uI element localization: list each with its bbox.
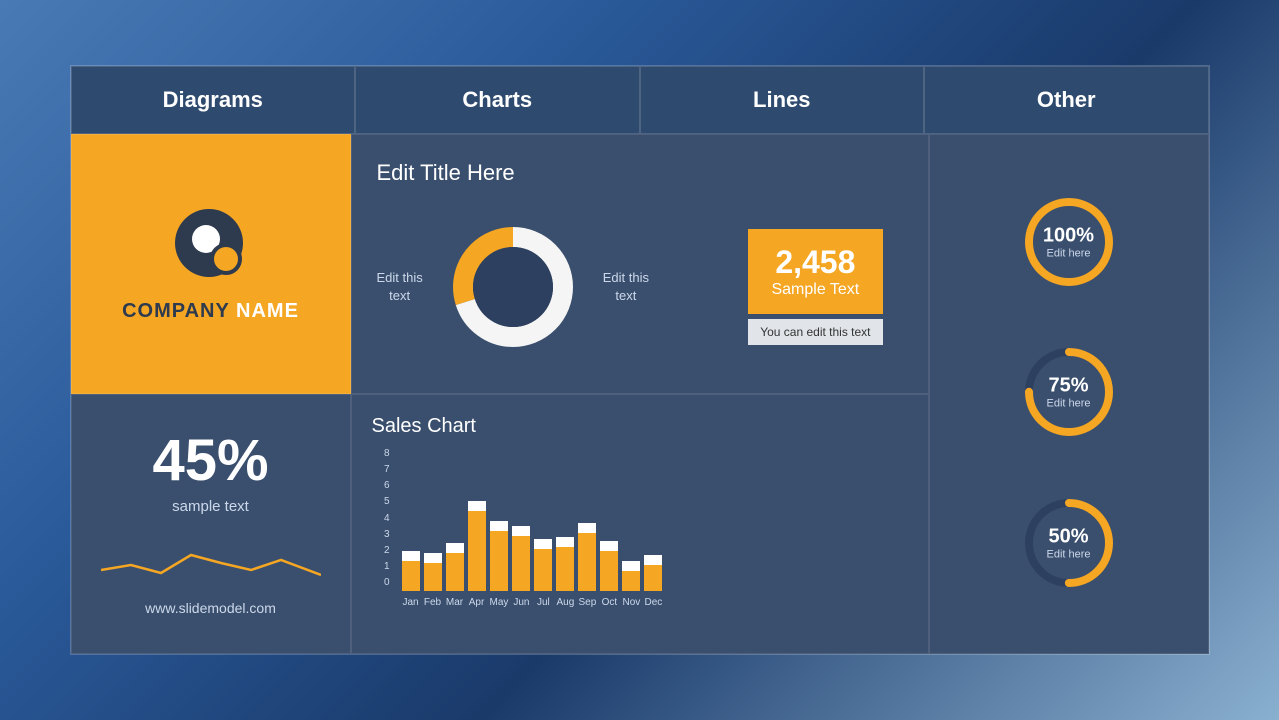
middle-column: Edit Title Here Edit thistext [351,134,929,654]
bar-jun: Jun [512,526,530,608]
bar-aug: Aug [556,537,574,608]
bar-jul: Jul [534,539,552,608]
bar-feb: Feb [424,553,442,608]
number-box: 2,458 Sample Text You can edit this text [748,229,882,345]
header-charts: Charts [355,66,640,134]
edit-subtext[interactable]: You can edit this text [748,319,882,345]
circle-100: 100% Edit here [1019,192,1119,296]
sample-text: sample text [172,498,249,515]
header-lines: Lines [640,66,925,134]
bar-sep: Sep [578,523,596,608]
circle-75: 75% Edit here [1019,342,1119,446]
header-row: Diagrams Charts Lines Other [71,66,1209,134]
sales-title: Sales Chart [372,415,908,438]
sales-chart-box: Sales Chart 0 1 2 3 4 5 6 7 8 [351,394,929,654]
company-logo [171,205,251,285]
website-url: www.slidemodel.com [145,600,276,616]
y-axis: 0 1 2 3 4 5 6 7 8 [372,448,390,588]
bar-jan: Jan [402,551,420,608]
edit-title-box: Edit Title Here Edit thistext [351,134,929,394]
stats-box: 45% sample text www.slidemodel.com [71,394,351,654]
sample-label: Sample Text [771,281,859,298]
content-row: COMPANY NAME 45% sample text www.slidemo… [71,134,1209,654]
right-column: 100% Edit here 75% Edit here [929,134,1209,654]
edit-title-content: Edit thistext Edit thistext [377,206,903,368]
edit-right-text[interactable]: Edit thistext [603,269,649,305]
bar-mar: Mar [446,543,464,608]
orange-number-box: 2,458 Sample Text [748,229,882,314]
circle-75-graphic: 75% Edit here [1019,342,1119,442]
bar-oct: Oct [600,541,618,608]
bar-chart: 0 1 2 3 4 5 6 7 8 [372,448,908,608]
circle-50: 50% Edit here [1019,493,1119,597]
donut-chart [433,207,593,367]
bars-area: Jan Feb [402,468,908,608]
left-column: COMPANY NAME 45% sample text www.slidemo… [71,134,351,654]
company-box: COMPANY NAME [71,134,351,394]
big-number: 2,458 [768,244,862,281]
circle-100-graphic: 100% Edit here [1019,192,1119,292]
company-name: COMPANY NAME [122,300,299,323]
bar-may: May [490,521,509,608]
percent-value: 45% [152,432,268,490]
dashboard: Diagrams Charts Lines Other [70,65,1210,655]
edit-title[interactable]: Edit Title Here [377,160,903,186]
line-chart [101,535,321,585]
bar-nov: Nov [622,561,640,608]
circle-50-graphic: 50% Edit here [1019,493,1119,593]
header-other: Other [924,66,1209,134]
header-diagrams: Diagrams [71,66,356,134]
edit-left-text[interactable]: Edit thistext [377,269,423,305]
bar-apr: Apr [468,501,486,608]
bar-dec: Dec [644,555,662,608]
